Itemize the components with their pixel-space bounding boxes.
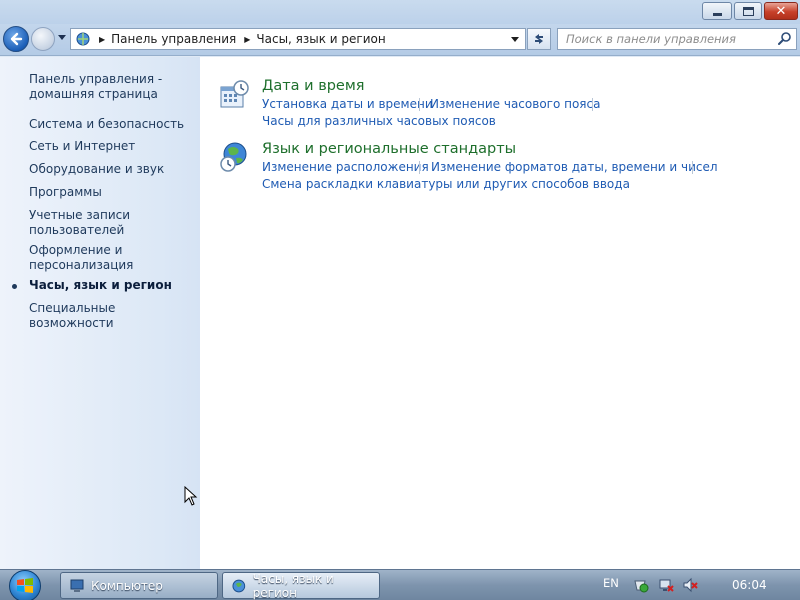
mouse-cursor-icon xyxy=(184,486,198,506)
globe-clock-icon[interactable] xyxy=(218,141,250,173)
title-bar: ✕ xyxy=(0,0,800,24)
sidebar-item-appearance[interactable]: Оформление и персонализация xyxy=(29,243,194,273)
taskbar-button-label: Часы, язык и регион xyxy=(252,571,334,600)
category-title-language-region[interactable]: Язык и региональные стандарты xyxy=(262,141,516,157)
windows-logo-icon xyxy=(9,569,41,600)
input-language-indicator[interactable]: EN xyxy=(603,576,619,590)
link-change-time-zone[interactable]: Изменение часового пояса xyxy=(430,97,600,111)
breadcrumb-clock-language-region[interactable]: Часы, язык и регион xyxy=(256,32,385,46)
address-dropdown-icon[interactable] xyxy=(511,37,519,42)
breadcrumb-control-panel[interactable]: Панель управления xyxy=(111,32,236,46)
arrow-left-icon xyxy=(10,32,23,46)
sidebar-item-hardware-sound[interactable]: Оборудование и звук xyxy=(29,162,194,177)
close-icon: ✕ xyxy=(775,3,787,19)
link-change-formats[interactable]: Изменение форматов даты, времени и чисел xyxy=(431,160,718,174)
breadcrumb-arrow-icon[interactable]: ▶ xyxy=(244,35,250,44)
taskbar-button-label: Компьютер xyxy=(91,578,163,593)
recent-pages-dropdown[interactable] xyxy=(58,35,66,40)
sidebar-item-system-security[interactable]: Система и безопасность xyxy=(29,117,194,132)
taskbar-button-clock-language-region[interactable]: Часы, язык и регион xyxy=(222,571,380,600)
link-set-date-time[interactable]: Установка даты и времени xyxy=(262,97,433,111)
minimize-button[interactable] xyxy=(702,2,732,20)
refresh-icon xyxy=(535,34,543,44)
minimize-icon xyxy=(712,12,722,16)
main-content: Дата и время Установка даты и времени Из… xyxy=(200,57,800,569)
maximize-icon xyxy=(742,6,754,16)
close-button[interactable]: ✕ xyxy=(764,2,798,20)
breadcrumb-arrow-icon[interactable]: ▶ xyxy=(99,35,105,44)
navigation-bar: ▶ Панель управления ▶ Часы, язык и регио… xyxy=(0,24,800,56)
back-button[interactable] xyxy=(3,26,29,52)
sidebar-item-clock-language-region[interactable]: Часы, язык и регион xyxy=(29,278,194,293)
control-panel-icon xyxy=(76,32,90,46)
taskbar-button-computer[interactable]: Компьютер xyxy=(60,572,218,599)
link-clocks-different-zones[interactable]: Часы для различных часовых поясов xyxy=(262,114,496,128)
category-title-date-time[interactable]: Дата и время xyxy=(262,78,365,94)
link-separator xyxy=(419,98,420,111)
forward-button[interactable] xyxy=(31,27,55,51)
address-field[interactable]: ▶ Панель управления ▶ Часы, язык и регио… xyxy=(70,28,526,50)
calendar-clock-icon[interactable] xyxy=(218,79,250,111)
link-change-keyboard[interactable]: Смена раскладки клавиатуры или других сп… xyxy=(262,177,630,191)
sidebar-item-network-internet[interactable]: Сеть и Интернет xyxy=(29,139,194,154)
link-separator xyxy=(592,98,593,111)
taskbar: Компьютер Часы, язык и регион EN 06:04 xyxy=(0,569,800,600)
sidebar-item-home[interactable]: Панель управления - домашняя страница xyxy=(29,72,194,102)
clock[interactable]: 06:04 xyxy=(732,578,767,592)
volume-muted-icon[interactable] xyxy=(682,577,698,593)
sidebar-item-accessibility[interactable]: Специальные возможности xyxy=(29,301,194,331)
action-center-icon[interactable] xyxy=(633,577,649,593)
start-button[interactable] xyxy=(4,569,46,600)
active-item-bullet xyxy=(12,284,17,289)
search-input[interactable] xyxy=(558,29,773,49)
left-navigation-pane: Панель управления - домашняя страница Си… xyxy=(0,57,200,569)
computer-icon xyxy=(70,579,84,592)
search-box xyxy=(557,28,797,50)
maximize-button[interactable] xyxy=(734,2,762,20)
windows-flag-icon xyxy=(17,577,33,593)
sidebar-item-user-accounts[interactable]: Учетные записи пользователей xyxy=(29,208,194,238)
refresh-button[interactable] xyxy=(527,28,551,50)
control-panel-icon xyxy=(232,579,246,592)
search-icon[interactable] xyxy=(777,31,793,47)
sidebar-item-programs[interactable]: Программы xyxy=(29,185,194,200)
link-separator xyxy=(419,161,420,174)
network-icon[interactable] xyxy=(658,577,674,593)
link-separator xyxy=(692,161,693,174)
link-change-location[interactable]: Изменение расположения xyxy=(262,160,429,174)
